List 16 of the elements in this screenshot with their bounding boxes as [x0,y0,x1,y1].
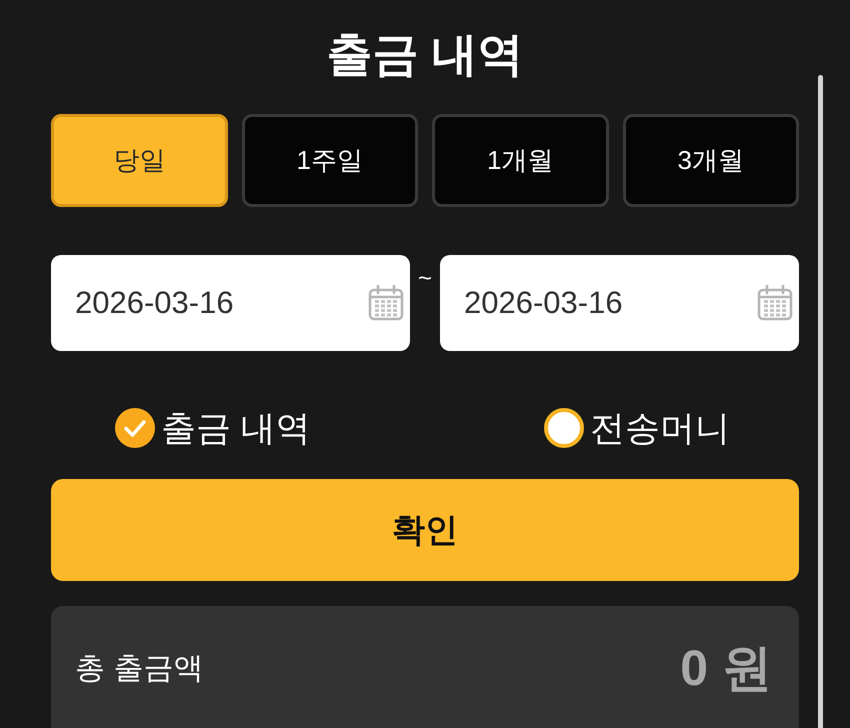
date-field[interactable]: 2026-03-16 [51,255,410,351]
record-type-option[interactable]: 전송머니 [544,408,730,448]
scrollbar[interactable] [818,75,823,728]
calendar-icon[interactable] [368,285,404,321]
period-tab[interactable]: 3개월 [622,114,799,207]
record-type-option[interactable]: 출금 내역 [115,408,311,448]
total-amount: 0 원 [680,643,772,693]
calendar-icon[interactable] [757,285,793,321]
date-field[interactable]: 2026-03-16 [440,255,799,351]
period-tab[interactable]: 1개월 [432,114,608,207]
confirm-button[interactable]: 확인 [51,479,799,581]
page-title: 출금 내역 [326,31,524,77]
period-tab[interactable]: 1주일 [242,114,418,207]
range-separator: ~ [418,267,432,291]
total-label: 총 출금액 [75,650,204,686]
period-tab[interactable]: 당일 [51,114,228,207]
